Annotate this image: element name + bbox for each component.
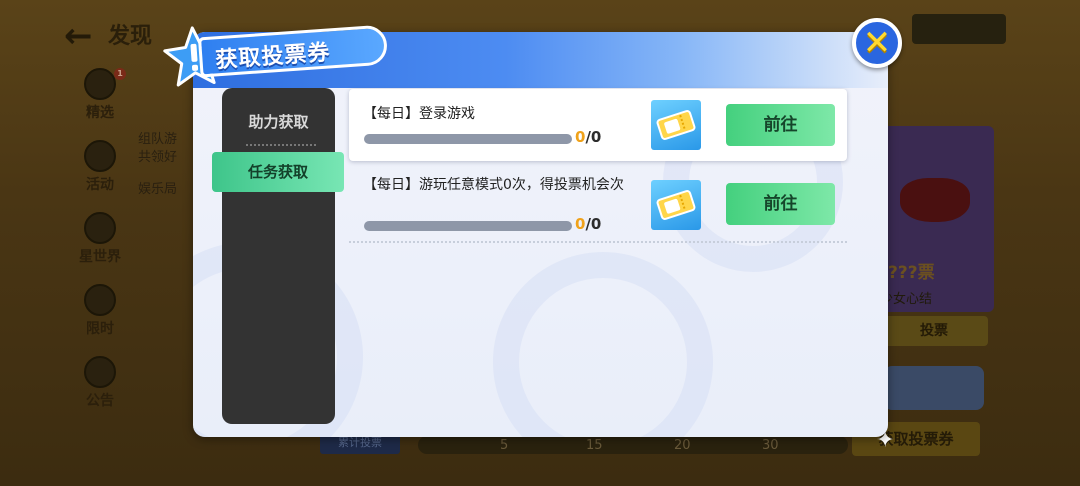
nav-label: 公告 (86, 393, 114, 409)
top-right-widget (912, 14, 1006, 44)
nav-label: 活动 (86, 177, 114, 193)
page-title: 发现 (108, 24, 153, 49)
nav-item-featured[interactable]: 1 精选 (70, 68, 130, 138)
background-decoration (493, 252, 713, 437)
progress-total: /0 (585, 215, 602, 233)
progress-total: /0 (585, 128, 602, 146)
task-row: 【每日】游玩任意模式0次，得投票机会次 0/0 前往 (349, 168, 847, 240)
task-progress-bar (364, 221, 572, 231)
featured-icon (84, 68, 116, 100)
nav-label: 星世界 (79, 249, 121, 265)
vote-button[interactable]: 投票 (880, 316, 988, 346)
go-button[interactable]: 前往 (726, 183, 835, 225)
task-progress-bar (364, 134, 572, 144)
nav-item-notice[interactable]: 公告 (70, 356, 130, 426)
nav-item-events[interactable]: 活动 (70, 140, 130, 210)
nav-label: 精选 (86, 105, 114, 121)
nav-item-star-world[interactable]: 星世界 (70, 212, 130, 282)
go-button[interactable]: 前往 (726, 104, 835, 146)
notice-icon (84, 356, 116, 388)
tab-assist[interactable]: 助力获取 (222, 102, 335, 142)
nav-item-limited[interactable]: 限时 (70, 284, 130, 354)
bow-image (900, 178, 970, 222)
progress-tick: 30 (762, 438, 779, 453)
tab-tasks[interactable]: 任务获取 (212, 152, 344, 192)
promo-banner[interactable] (884, 366, 984, 410)
progress-tick: 15 (586, 438, 603, 453)
candidate-name: ???票 (888, 263, 935, 283)
close-icon: ✕ (862, 23, 892, 63)
back-arrow-icon[interactable]: ← (64, 16, 93, 56)
progress-tick: 5 (500, 438, 509, 453)
vote-candidate-card (880, 126, 994, 312)
side-nav: 1 精选 活动 星世界 限时 公告 (70, 66, 130, 426)
tab-divider (246, 144, 316, 146)
limited-icon (84, 284, 116, 316)
tab-panel: 助力获取 (222, 88, 335, 424)
progress-current: 0 (575, 215, 586, 233)
task-divider (349, 241, 847, 243)
progress-current: 0 (575, 128, 586, 146)
task-progress-count: 0/0 (575, 128, 601, 146)
progress-tick: 20 (674, 438, 691, 453)
task-title: 【每日】登录游戏 (363, 106, 475, 122)
star-world-icon (84, 212, 116, 244)
vote-progress-bar (418, 436, 848, 454)
events-icon (84, 140, 116, 172)
feed-item: 共领好 (138, 150, 178, 165)
task-row: 【每日】登录游戏 0/0 前往 (349, 89, 847, 161)
close-button[interactable]: ✕ (852, 18, 902, 68)
vote-ticket-icon (651, 180, 701, 230)
task-progress-count: 0/0 (575, 215, 601, 233)
nav-label: 限时 (86, 321, 114, 337)
vote-ticket-icon (651, 100, 701, 150)
task-title: 【每日】游玩任意模式0次，得投票机会次 (363, 177, 624, 193)
feed-item: 娱乐局 (138, 182, 178, 197)
feed-item: 组队游 (138, 132, 178, 147)
notification-badge: 1 (114, 68, 126, 80)
